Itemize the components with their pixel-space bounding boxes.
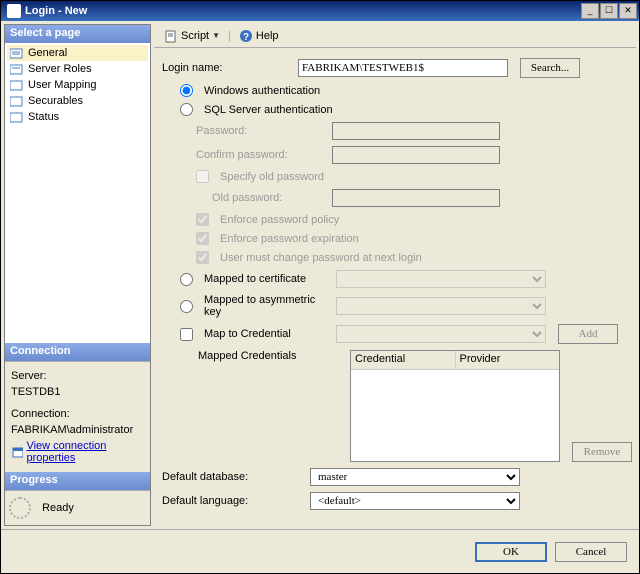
login-name-input[interactable] xyxy=(298,59,508,77)
progress-header: Progress xyxy=(5,472,150,490)
page-label: Server Roles xyxy=(28,63,92,75)
mapped-cert-select xyxy=(336,270,546,288)
must-change-label: User must change password at next login xyxy=(220,252,422,264)
server-value: TESTDB1 xyxy=(11,386,144,398)
properties-icon xyxy=(11,445,23,459)
right-pane: Script ▼ | ? Help Login name: Search... xyxy=(154,24,636,526)
window-icon xyxy=(7,4,21,18)
cancel-button[interactable]: Cancel xyxy=(555,542,627,562)
default-db-select[interactable]: master xyxy=(310,468,520,486)
page-item-server-roles[interactable]: Server Roles xyxy=(7,61,148,77)
pages-header: Select a page xyxy=(5,25,150,43)
specify-old-checkbox xyxy=(196,170,209,183)
chevron-down-icon: ▼ xyxy=(212,31,220,40)
windows-auth-label: Windows authentication xyxy=(204,85,320,97)
svg-text:?: ? xyxy=(243,32,249,43)
conn-value: FABRIKAM\administrator xyxy=(11,424,144,436)
credentials-table: Credential Provider xyxy=(350,350,560,462)
must-change-checkbox xyxy=(196,251,209,264)
left-pane: Select a page General Server Roles User … xyxy=(4,24,151,526)
link-text: View connection properties xyxy=(26,440,144,464)
page-icon xyxy=(10,47,24,59)
enforce-expire-label: Enforce password expiration xyxy=(220,233,359,245)
default-db-label: Default database: xyxy=(162,471,304,483)
page-label: User Mapping xyxy=(28,79,96,91)
page-icon xyxy=(10,111,24,123)
form-content: Login name: Search... Windows authentica… xyxy=(154,48,636,526)
specify-old-label: Specify old password xyxy=(220,171,324,183)
help-button[interactable]: ? Help xyxy=(235,27,283,45)
password-input xyxy=(332,122,500,140)
mapped-asym-radio[interactable] xyxy=(180,300,193,313)
help-icon: ? xyxy=(239,29,253,43)
progress-box: Ready xyxy=(5,490,150,525)
confirm-password-label: Confirm password: xyxy=(196,149,326,161)
old-password-label: Old password: xyxy=(212,192,326,204)
page-icon xyxy=(10,63,24,75)
remove-button: Remove xyxy=(572,442,632,462)
close-button[interactable]: ✕ xyxy=(619,3,637,19)
script-button[interactable]: Script ▼ xyxy=(160,27,224,45)
password-label: Password: xyxy=(196,125,326,137)
map-cred-select xyxy=(336,325,546,343)
connection-box: Server: TESTDB1 Connection: FABRIKAM\adm… xyxy=(5,361,150,472)
sql-auth-radio[interactable] xyxy=(180,103,193,116)
page-icon xyxy=(10,79,24,91)
default-lang-select[interactable]: <default> xyxy=(310,492,520,510)
enforce-expire-checkbox xyxy=(196,232,209,245)
server-label: Server: xyxy=(11,370,144,382)
mapped-creds-label: Mapped Credentials xyxy=(198,350,344,362)
default-lang-label: Default language: xyxy=(162,495,304,507)
dialog-buttons: OK Cancel xyxy=(1,529,639,573)
spinner-icon xyxy=(9,497,31,519)
maximize-button[interactable]: ☐ xyxy=(600,3,618,19)
toolbar: Script ▼ | ? Help xyxy=(154,24,636,48)
old-password-input xyxy=(332,189,500,207)
ok-button[interactable]: OK xyxy=(475,542,547,562)
map-cred-checkbox[interactable] xyxy=(180,328,193,341)
col-credential: Credential xyxy=(351,351,456,369)
page-icon xyxy=(10,95,24,107)
help-label: Help xyxy=(256,30,279,42)
mapped-asym-select xyxy=(336,297,546,315)
mapped-cert-label: Mapped to certificate xyxy=(204,273,330,285)
page-item-general[interactable]: General xyxy=(7,45,148,61)
map-cred-label: Map to Credential xyxy=(204,328,330,340)
login-name-label: Login name: xyxy=(162,62,292,74)
titlebar: Login - New _ ☐ ✕ xyxy=(1,1,639,21)
minimize-button[interactable]: _ xyxy=(581,3,599,19)
page-item-user-mapping[interactable]: User Mapping xyxy=(7,77,148,93)
mapped-asym-label: Mapped to asymmetric key xyxy=(204,294,330,318)
conn-label: Connection: xyxy=(11,408,144,420)
page-label: General xyxy=(28,47,67,59)
search-button[interactable]: Search... xyxy=(520,58,580,78)
page-item-status[interactable]: Status xyxy=(7,109,148,125)
progress-status: Ready xyxy=(42,502,74,514)
col-provider: Provider xyxy=(456,351,560,369)
view-connection-link[interactable]: View connection properties xyxy=(11,440,144,464)
window-title: Login - New xyxy=(25,5,581,17)
script-label: Script xyxy=(181,30,209,42)
connection-header: Connection xyxy=(5,343,150,361)
add-button: Add xyxy=(558,324,618,344)
page-label: Securables xyxy=(28,95,83,107)
windows-auth-radio[interactable] xyxy=(180,84,193,97)
enforce-policy-label: Enforce password policy xyxy=(220,214,339,226)
page-label: Status xyxy=(28,111,59,123)
confirm-password-input xyxy=(332,146,500,164)
script-icon xyxy=(164,29,178,43)
sql-auth-label: SQL Server authentication xyxy=(204,104,333,116)
mapped-cert-radio[interactable] xyxy=(180,273,193,286)
page-item-securables[interactable]: Securables xyxy=(7,93,148,109)
page-list: General Server Roles User Mapping Secura… xyxy=(5,43,150,343)
enforce-policy-checkbox xyxy=(196,213,209,226)
